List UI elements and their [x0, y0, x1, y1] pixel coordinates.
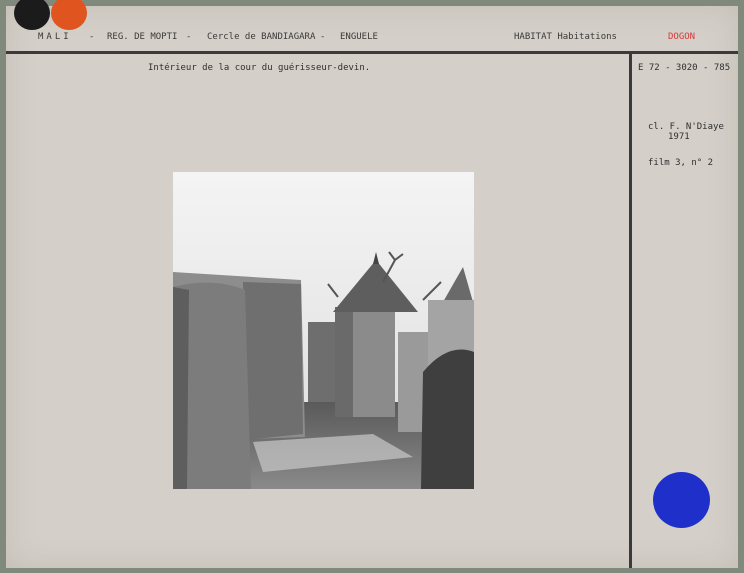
photo-caption: Intérieur de la cour du guérisseur-devin…: [148, 63, 371, 73]
header-region: REG. DE MOPTI: [107, 32, 178, 42]
blue-marker-dot: [653, 472, 710, 528]
card-header: MALI - REG. DE MOPTI - Cercle de BANDIAG…: [6, 30, 738, 48]
film-number: film 3, n° 2: [648, 158, 714, 168]
black-marker-dot: [14, 0, 50, 30]
reference-number: E 72 - 3020 - 785: [638, 63, 731, 73]
column-divider: [629, 51, 632, 568]
photo-credit: cl. F. N'Diaye: [648, 122, 724, 132]
header-country: MALI: [38, 32, 72, 42]
photo-year: 1971: [668, 132, 690, 142]
header-cercle: Cercle de BANDIAGARA: [207, 32, 316, 42]
archive-card: MALI - REG. DE MOPTI - Cercle de BANDIAG…: [6, 0, 738, 568]
header-separator: -: [320, 32, 326, 42]
header-village: ENGUELE: [340, 32, 378, 42]
header-separator: -: [186, 32, 192, 42]
header-separator: -: [89, 32, 95, 42]
photograph-image: [173, 172, 474, 489]
header-theme: HABITAT Habitations: [514, 32, 617, 42]
orange-marker-dot: [51, 0, 87, 30]
header-ethnic-group: DOGON: [668, 32, 696, 42]
photograph[interactable]: [173, 172, 474, 489]
